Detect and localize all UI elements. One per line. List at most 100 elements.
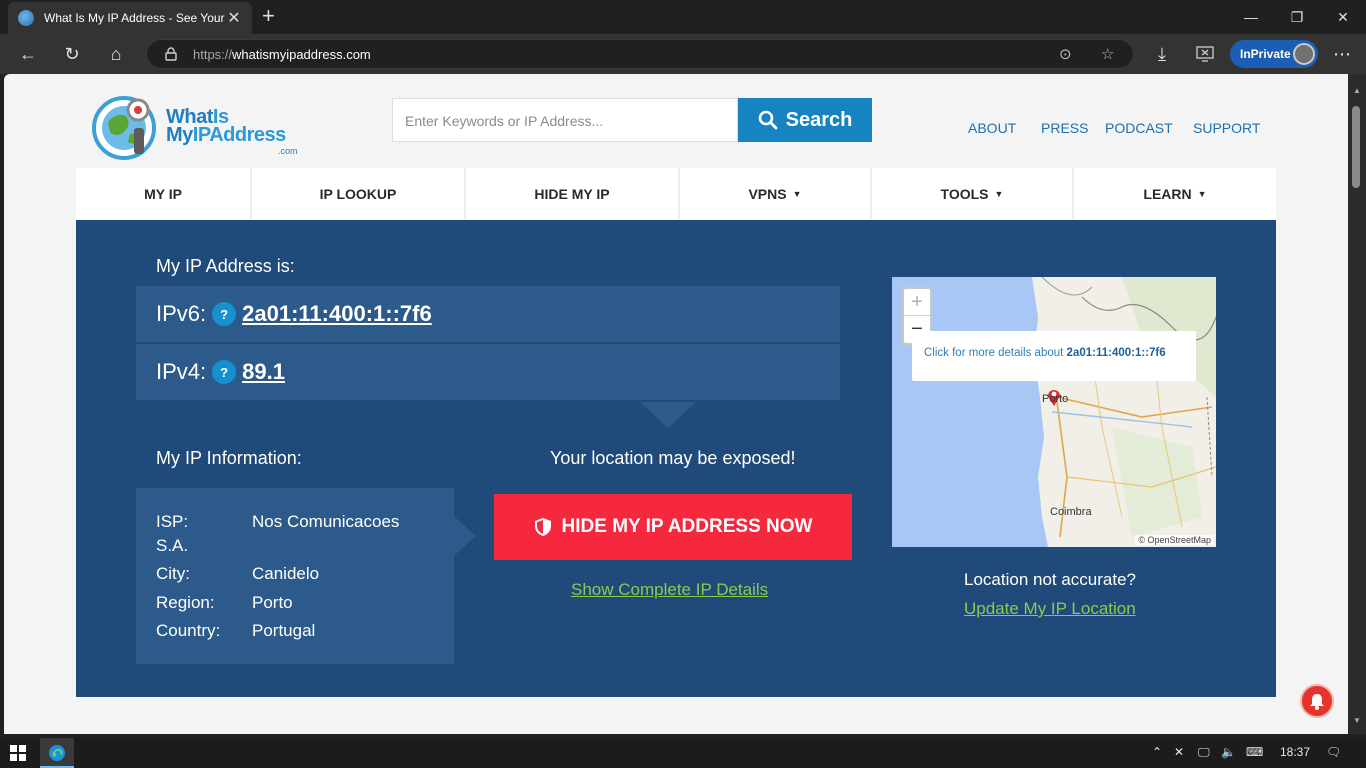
hide-my-ip-label: HIDE MY IP ADDRESS NOW <box>561 516 813 537</box>
ip-hero-panel: My IP Address is: IPv6: ? 2a01:11:400:1:… <box>76 220 1276 697</box>
keyboard-icon[interactable]: ⌨ <box>1246 745 1263 759</box>
volume-icon[interactable]: 🔈 <box>1221 745 1236 759</box>
ip-info-label: My IP Information: <box>156 448 302 468</box>
tab-close-icon[interactable]: ✕ <box>226 8 242 28</box>
nav-ip-lookup[interactable]: IP LOOKUP <box>252 168 466 220</box>
map-label-coimbra: Coimbra <box>1050 506 1092 518</box>
search-icon <box>758 110 778 130</box>
windows-start-icon[interactable] <box>10 745 26 761</box>
search-button-label: Search <box>785 108 853 131</box>
favorite-star-icon[interactable]: ☆ <box>1101 45 1114 63</box>
ipv4-help-icon[interactable]: ? <box>212 360 237 384</box>
city-value: Canidelo <box>252 564 320 583</box>
country-value: Portugal <box>252 621 316 640</box>
zoom-in-button[interactable]: + <box>904 289 930 316</box>
logo-text-com: .com <box>278 146 298 156</box>
notification-bell-button[interactable] <box>1300 684 1334 718</box>
caret-down-icon: ▼ <box>1197 189 1207 199</box>
notifications-icon[interactable]: 🗨 <box>1326 745 1341 759</box>
new-tab-button[interactable]: + <box>262 5 275 27</box>
downloads-icon[interactable]: ⤓ <box>1148 42 1176 66</box>
clock[interactable]: 18:37 <box>1280 745 1310 759</box>
location-exposed-text: Your location may be exposed! <box>550 448 796 468</box>
ipv6-label: IPv6: <box>156 301 207 326</box>
taskbar-edge-button[interactable] <box>40 738 74 768</box>
logo-text-line2: MyIPAddress <box>166 124 286 146</box>
nav-my-ip[interactable]: MY IP <box>76 168 252 220</box>
ipv4-row: IPv4: ? 89.1 <box>136 344 840 400</box>
region-key: Region: <box>156 593 215 612</box>
profile-avatar <box>1293 43 1315 65</box>
tray-chevron-icon[interactable]: ⌃ <box>1152 745 1162 759</box>
windows-taskbar: ⌃ ✕ 🖵 🔈 ⌨ 18:37 🗨 <box>0 738 1366 768</box>
nav-learn[interactable]: LEARN ▼ <box>1074 168 1276 220</box>
search-input[interactable]: Enter Keywords or IP Address... <box>392 98 738 142</box>
tab-title: What Is My IP Address - See Your <box>44 11 225 25</box>
ipv6-value-link[interactable]: 2a01:11:400:1::7f6 <box>242 301 432 327</box>
nav-hide-my-ip[interactable]: HIDE MY IP <box>466 168 680 220</box>
browser-tab-active[interactable]: What Is My IP Address - See Your ✕ <box>8 2 252 34</box>
isp-key: ISP: <box>156 512 189 531</box>
reload-button[interactable]: ↻ <box>58 42 86 66</box>
ipv6-row: IPv6: ? 2a01:11:400:1::7f6 <box>136 286 840 342</box>
page-viewport: WhatIs MyIPAddress .com Enter Keywords o… <box>4 74 1348 734</box>
region-value: Porto <box>252 593 293 612</box>
address-toolbar: ← ↻ ⌂ https://whatismyipaddress.com ⊙ ☆ … <box>0 34 1366 74</box>
page-scrollbar[interactable]: ▲ ▼ <box>1348 74 1366 734</box>
network-icon[interactable]: 🖵 <box>1198 745 1210 760</box>
bell-icon <box>1310 694 1324 710</box>
back-button[interactable]: ← <box>14 42 42 66</box>
isp-value-cont: S.A. <box>156 536 189 555</box>
link-about[interactable]: ABOUT <box>968 120 1016 136</box>
minimize-button[interactable]: — <box>1228 0 1274 34</box>
main-navigation: MY IP IP LOOKUP HIDE MY IP VPNS ▼ TOOLS ▼ … <box>76 168 1276 220</box>
ipv4-label: IPv4: <box>156 359 207 384</box>
site-favicon-icon <box>18 10 34 26</box>
show-ip-details-link[interactable]: Show Complete IP Details <box>571 580 768 600</box>
search-button[interactable]: Search <box>738 98 872 142</box>
caret-down-icon: ▼ <box>792 189 802 199</box>
info-notch <box>454 516 476 556</box>
city-key: City: <box>156 564 190 583</box>
inprivate-badge[interactable]: InPrivate <box>1230 40 1318 68</box>
address-field[interactable]: https://whatismyipaddress.com ⊙ ☆ <box>146 39 1134 69</box>
ipv6-help-icon[interactable]: ? <box>212 302 237 326</box>
edge-browser-icon <box>49 745 65 761</box>
lock-icon[interactable] <box>165 47 177 61</box>
url-text: https://whatismyipaddress.com <box>193 47 371 62</box>
globe-magnifier-logo-icon <box>92 96 156 160</box>
screen-share-icon[interactable] <box>1196 46 1214 62</box>
maximize-button[interactable]: ❐ <box>1274 0 1320 34</box>
reading-view-icon[interactable]: ⊙ <box>1059 45 1072 63</box>
scrollbar-thumb[interactable] <box>1352 106 1360 188</box>
link-podcast[interactable]: PODCAST <box>1105 120 1173 136</box>
scroll-down-icon[interactable]: ▼ <box>1353 716 1361 725</box>
map-attribution[interactable]: © OpenStreetMap <box>1135 535 1214 545</box>
ip-info-box: ISP: Nos Comunicacoes S.A. City: Canidel… <box>136 488 454 664</box>
link-press[interactable]: PRESS <box>1041 120 1088 136</box>
map-popup[interactable]: Click for more details about 2a01:11:400… <box>912 331 1196 381</box>
nav-tools[interactable]: TOOLS ▼ <box>872 168 1074 220</box>
location-not-accurate-text: Location not accurate? <box>964 570 1137 589</box>
hide-my-ip-button[interactable]: HIDE MY IP ADDRESS NOW <box>494 494 852 560</box>
close-window-button[interactable]: ✕ <box>1320 0 1366 34</box>
callout-notch <box>640 402 696 428</box>
ipv4-value-link[interactable]: 89.1 <box>242 359 285 385</box>
location-map[interactable]: + − Click for more details about 2a01:11… <box>892 277 1216 547</box>
home-button[interactable]: ⌂ <box>102 42 130 66</box>
map-label-porto: Porto <box>1042 393 1069 405</box>
country-key: Country: <box>156 621 221 640</box>
link-support[interactable]: SUPPORT <box>1193 120 1260 136</box>
ime-icon[interactable]: ✕ <box>1174 745 1184 759</box>
update-location-link[interactable]: Update My IP Location <box>964 599 1136 619</box>
isp-value: Nos Comunicacoes <box>252 512 400 531</box>
tab-strip: What Is My IP Address - See Your ✕ + — ❐… <box>0 0 1366 34</box>
popup-text: Click for more details about <box>924 347 1067 359</box>
nav-vpns[interactable]: VPNS ▼ <box>680 168 872 220</box>
shield-icon <box>534 518 551 536</box>
scroll-up-icon[interactable]: ▲ <box>1353 86 1361 95</box>
my-ip-label: My IP Address is: <box>156 256 295 276</box>
popup-ip: 2a01:11:400:1::7f6 <box>1066 347 1166 359</box>
site-logo[interactable]: WhatIs MyIPAddress .com <box>90 90 310 166</box>
settings-more-icon[interactable]: ⋯ <box>1328 42 1356 66</box>
